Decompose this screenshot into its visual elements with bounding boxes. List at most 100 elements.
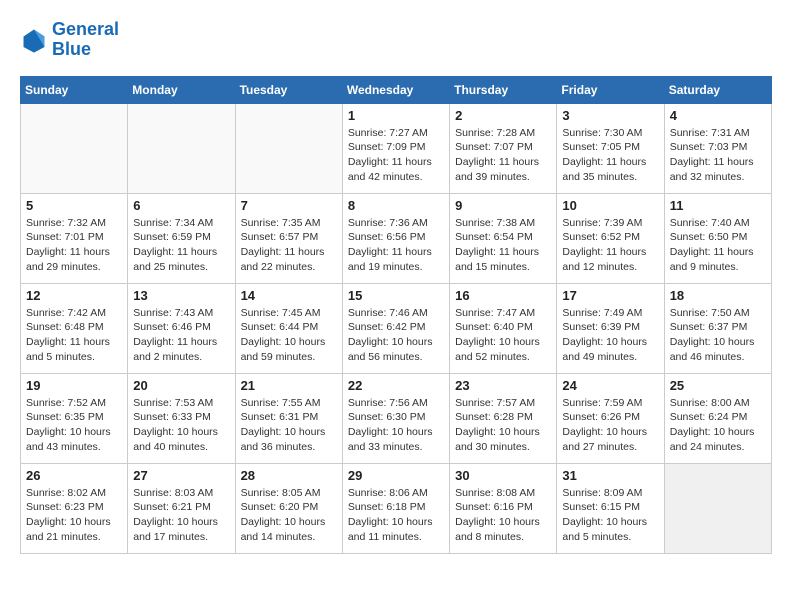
- day-info: Sunrise: 7:57 AMSunset: 6:28 PMDaylight:…: [455, 396, 551, 455]
- col-header-thursday: Thursday: [450, 76, 557, 103]
- calendar-cell: 1 Sunrise: 7:27 AMSunset: 7:09 PMDaylight…: [342, 103, 449, 193]
- day-number: 7: [241, 198, 337, 213]
- calendar-cell: 7 Sunrise: 7:35 AMSunset: 6:57 PMDaylight…: [235, 193, 342, 283]
- day-number: 24: [562, 378, 658, 393]
- day-number: 30: [455, 468, 551, 483]
- day-info: Sunrise: 7:49 AMSunset: 6:39 PMDaylight:…: [562, 306, 658, 365]
- calendar-cell: 17 Sunrise: 7:49 AMSunset: 6:39 PMDayligh…: [557, 283, 664, 373]
- calendar-cell: 29Sunrise: 8:06 AMSunset: 6:18 PMDayligh…: [342, 463, 449, 553]
- day-number: 23: [455, 378, 551, 393]
- week-row-3: 12Sunrise: 7:42 AMSunset: 6:48 PMDayligh…: [21, 283, 772, 373]
- page-header: General Blue: [20, 20, 772, 60]
- day-info: Sunrise: 7:46 AMSunset: 6:42 PMDaylight:…: [348, 306, 444, 365]
- day-info: Sunrise: 7:43 AMSunset: 6:46 PMDaylight:…: [133, 306, 229, 365]
- calendar-cell: 3 Sunrise: 7:30 AMSunset: 7:05 PMDaylight…: [557, 103, 664, 193]
- calendar-cell: 11 Sunrise: 7:40 AMSunset: 6:50 PMDayligh…: [664, 193, 771, 283]
- day-number: 4: [670, 108, 766, 123]
- day-number: 11: [670, 198, 766, 213]
- calendar-cell: 25 Sunrise: 8:00 AMSunset: 6:24 PMDayligh…: [664, 373, 771, 463]
- day-info: Sunrise: 7:35 AMSunset: 6:57 PMDaylight:…: [241, 216, 337, 275]
- calendar-cell: 18Sunrise: 7:50 AMSunset: 6:37 PMDayligh…: [664, 283, 771, 373]
- calendar-cell: 16Sunrise: 7:47 AMSunset: 6:40 PMDayligh…: [450, 283, 557, 373]
- day-number: 22: [348, 378, 444, 393]
- day-info: Sunrise: 7:45 AMSunset: 6:44 PMDaylight:…: [241, 306, 337, 365]
- calendar-cell: 28Sunrise: 8:05 AMSunset: 6:20 PMDayligh…: [235, 463, 342, 553]
- calendar-cell: 9 Sunrise: 7:38 AMSunset: 6:54 PMDaylight…: [450, 193, 557, 283]
- day-number: 28: [241, 468, 337, 483]
- day-number: 9: [455, 198, 551, 213]
- day-info: Sunrise: 7:47 AMSunset: 6:40 PMDaylight:…: [455, 306, 551, 365]
- day-info: Sunrise: 7:36 AMSunset: 6:56 PMDaylight:…: [348, 216, 444, 275]
- day-info: Sunrise: 8:06 AMSunset: 6:18 PMDaylight:…: [348, 486, 444, 545]
- col-header-saturday: Saturday: [664, 76, 771, 103]
- day-number: 2: [455, 108, 551, 123]
- calendar-cell: [128, 103, 235, 193]
- day-number: 25: [670, 378, 766, 393]
- calendar-cell: 27 Sunrise: 8:03 AMSunset: 6:21 PMDayligh…: [128, 463, 235, 553]
- calendar-cell: 12Sunrise: 7:42 AMSunset: 6:48 PMDayligh…: [21, 283, 128, 373]
- calendar-cell: 2 Sunrise: 7:28 AMSunset: 7:07 PMDaylight…: [450, 103, 557, 193]
- day-info: Sunrise: 8:03 AMSunset: 6:21 PMDaylight:…: [133, 486, 229, 545]
- day-number: 6: [133, 198, 229, 213]
- day-number: 10: [562, 198, 658, 213]
- day-info: Sunrise: 7:55 AMSunset: 6:31 PMDaylight:…: [241, 396, 337, 455]
- calendar-cell: 24 Sunrise: 7:59 AMSunset: 6:26 PMDayligh…: [557, 373, 664, 463]
- col-header-monday: Monday: [128, 76, 235, 103]
- day-number: 14: [241, 288, 337, 303]
- calendar-cell: 5 Sunrise: 7:32 AMSunset: 7:01 PMDaylight…: [21, 193, 128, 283]
- col-header-wednesday: Wednesday: [342, 76, 449, 103]
- day-number: 3: [562, 108, 658, 123]
- day-number: 31: [562, 468, 658, 483]
- day-number: 1: [348, 108, 444, 123]
- day-info: Sunrise: 7:42 AMSunset: 6:48 PMDaylight:…: [26, 306, 122, 365]
- day-number: 13: [133, 288, 229, 303]
- calendar-cell: 15 Sunrise: 7:46 AMSunset: 6:42 PMDayligh…: [342, 283, 449, 373]
- day-number: 18: [670, 288, 766, 303]
- week-row-4: 19 Sunrise: 7:52 AMSunset: 6:35 PMDayligh…: [21, 373, 772, 463]
- calendar-cell: 19 Sunrise: 7:52 AMSunset: 6:35 PMDayligh…: [21, 373, 128, 463]
- calendar-cell: 13 Sunrise: 7:43 AMSunset: 6:46 PMDayligh…: [128, 283, 235, 373]
- day-number: 5: [26, 198, 122, 213]
- calendar-cell: 4 Sunrise: 7:31 AMSunset: 7:03 PMDaylight…: [664, 103, 771, 193]
- day-info: Sunrise: 7:31 AMSunset: 7:03 PMDaylight:…: [670, 126, 766, 185]
- calendar-cell: 31 Sunrise: 8:09 AMSunset: 6:15 PMDayligh…: [557, 463, 664, 553]
- day-info: Sunrise: 8:09 AMSunset: 6:15 PMDaylight:…: [562, 486, 658, 545]
- calendar-cell: 26Sunrise: 8:02 AMSunset: 6:23 PMDayligh…: [21, 463, 128, 553]
- col-header-tuesday: Tuesday: [235, 76, 342, 103]
- day-info: Sunrise: 7:53 AMSunset: 6:33 PMDaylight:…: [133, 396, 229, 455]
- day-info: Sunrise: 7:30 AMSunset: 7:05 PMDaylight:…: [562, 126, 658, 185]
- day-info: Sunrise: 7:52 AMSunset: 6:35 PMDaylight:…: [26, 396, 122, 455]
- day-info: Sunrise: 7:59 AMSunset: 6:26 PMDaylight:…: [562, 396, 658, 455]
- logo: General Blue: [20, 20, 119, 60]
- calendar-cell: 22 Sunrise: 7:56 AMSunset: 6:30 PMDayligh…: [342, 373, 449, 463]
- calendar-cell: 10Sunrise: 7:39 AMSunset: 6:52 PMDayligh…: [557, 193, 664, 283]
- calendar-cell: 8 Sunrise: 7:36 AMSunset: 6:56 PMDaylight…: [342, 193, 449, 283]
- day-info: Sunrise: 7:56 AMSunset: 6:30 PMDaylight:…: [348, 396, 444, 455]
- day-info: Sunrise: 7:40 AMSunset: 6:50 PMDaylight:…: [670, 216, 766, 275]
- day-info: Sunrise: 7:32 AMSunset: 7:01 PMDaylight:…: [26, 216, 122, 275]
- day-number: 20: [133, 378, 229, 393]
- calendar-cell: 14 Sunrise: 7:45 AMSunset: 6:44 PMDayligh…: [235, 283, 342, 373]
- day-info: Sunrise: 7:38 AMSunset: 6:54 PMDaylight:…: [455, 216, 551, 275]
- day-number: 15: [348, 288, 444, 303]
- day-number: 8: [348, 198, 444, 213]
- header-row: SundayMondayTuesdayWednesdayThursdayFrid…: [21, 76, 772, 103]
- col-header-sunday: Sunday: [21, 76, 128, 103]
- day-info: Sunrise: 8:00 AMSunset: 6:24 PMDaylight:…: [670, 396, 766, 455]
- calendar-cell: [235, 103, 342, 193]
- calendar-cell: [21, 103, 128, 193]
- day-info: Sunrise: 7:28 AMSunset: 7:07 PMDaylight:…: [455, 126, 551, 185]
- calendar-cell: [664, 463, 771, 553]
- day-number: 26: [26, 468, 122, 483]
- week-row-1: 1 Sunrise: 7:27 AMSunset: 7:09 PMDaylight…: [21, 103, 772, 193]
- col-header-friday: Friday: [557, 76, 664, 103]
- calendar-table: SundayMondayTuesdayWednesdayThursdayFrid…: [20, 76, 772, 554]
- day-number: 19: [26, 378, 122, 393]
- day-number: 17: [562, 288, 658, 303]
- logo-text: General Blue: [52, 20, 119, 60]
- day-info: Sunrise: 7:27 AMSunset: 7:09 PMDaylight:…: [348, 126, 444, 185]
- calendar-cell: 20 Sunrise: 7:53 AMSunset: 6:33 PMDayligh…: [128, 373, 235, 463]
- week-row-2: 5 Sunrise: 7:32 AMSunset: 7:01 PMDaylight…: [21, 193, 772, 283]
- day-number: 21: [241, 378, 337, 393]
- day-number: 27: [133, 468, 229, 483]
